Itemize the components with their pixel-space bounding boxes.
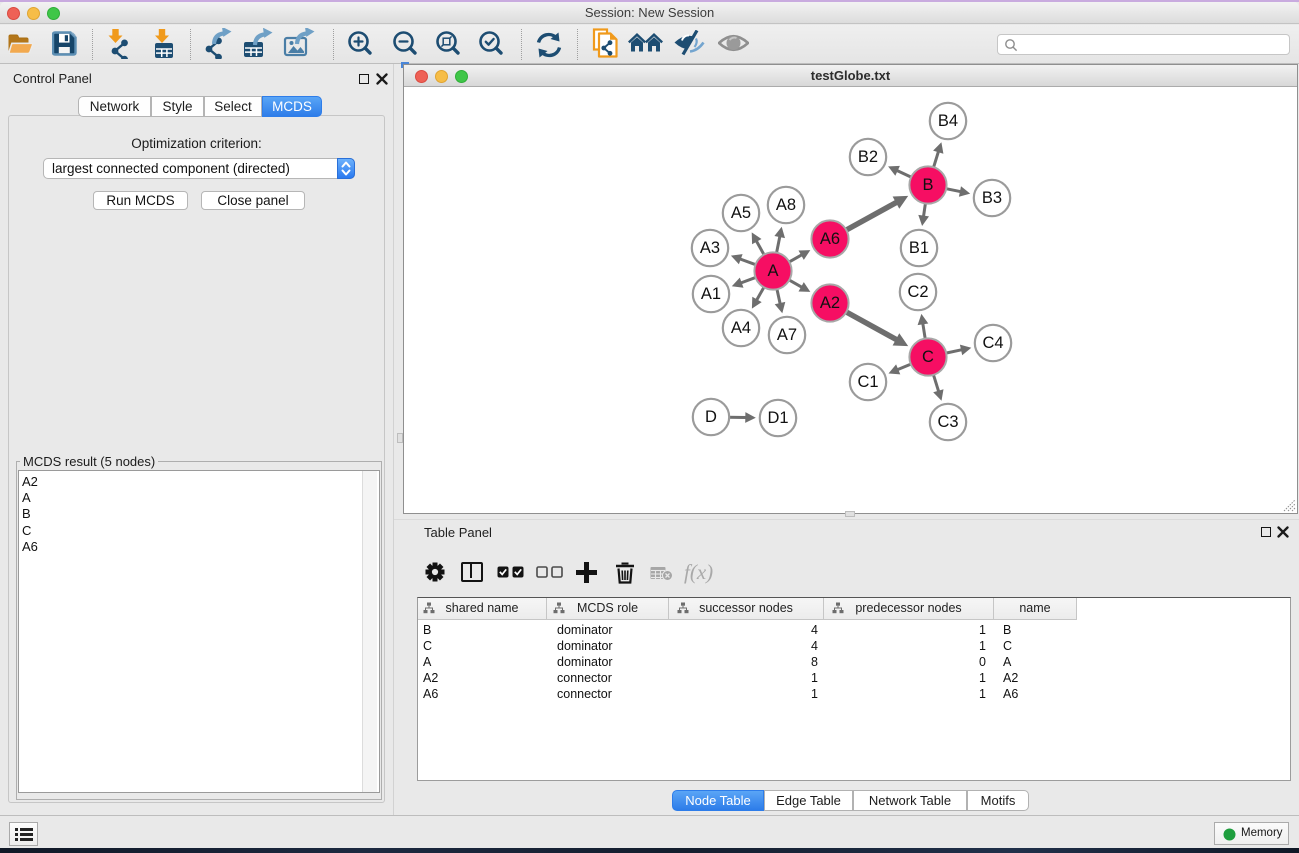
svg-text:B2: B2 (858, 148, 878, 166)
svg-text:A8: A8 (776, 196, 796, 214)
svg-text:A1: A1 (701, 285, 721, 303)
svg-text:A3: A3 (700, 239, 720, 257)
svg-text:D: D (705, 408, 717, 426)
svg-text:A4: A4 (731, 319, 751, 337)
svg-text:A6: A6 (820, 230, 840, 248)
svg-text:B4: B4 (938, 112, 958, 130)
svg-text:A: A (767, 262, 778, 280)
svg-text:A7: A7 (777, 326, 797, 344)
svg-text:A2: A2 (820, 294, 840, 312)
svg-text:C2: C2 (907, 283, 928, 301)
svg-text:D1: D1 (767, 409, 788, 427)
svg-text:B3: B3 (982, 189, 1002, 207)
svg-text:C1: C1 (857, 373, 878, 391)
svg-text:C3: C3 (937, 413, 958, 431)
svg-text:A5: A5 (731, 204, 751, 222)
svg-text:C4: C4 (982, 334, 1003, 352)
svg-text:B: B (922, 176, 933, 194)
svg-text:C: C (922, 348, 934, 366)
svg-text:B1: B1 (909, 239, 929, 257)
